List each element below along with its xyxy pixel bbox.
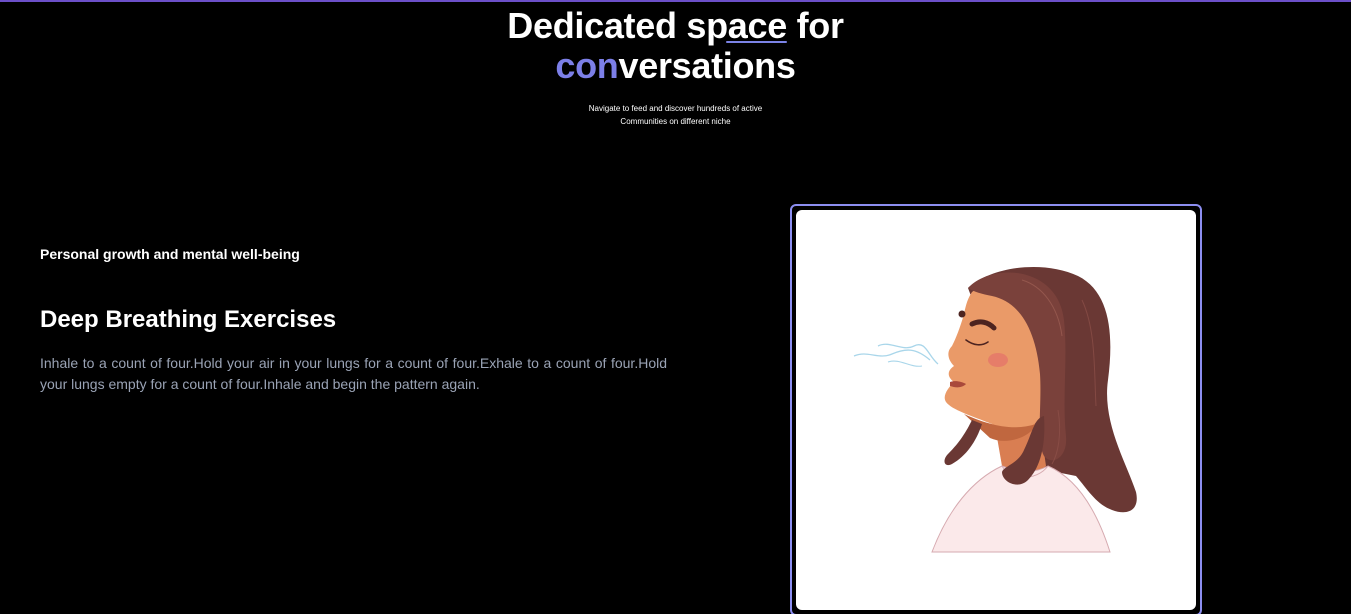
woman-breathing-illustration [853,266,1137,553]
hero-title-text-dedicated: Dedicated [507,5,687,46]
hero-title: Dedicated space for conversations [0,6,1351,86]
illustration-card [796,210,1196,610]
hero-subtitle-line-2: Communities on different niche [620,117,731,126]
hero-subtitle-line-1: Navigate to feed and discover hundreds o… [588,104,763,113]
feature-eyebrow: Personal growth and mental well-being [40,246,300,262]
hero-title-word-space: space [686,5,787,46]
hero-title-rest: versations [618,45,796,86]
feature-description: Inhale to a count of four.Hold your air … [40,355,667,392]
hero-title-line-1: Dedicated space for [0,6,1351,46]
hero-subtitle: Navigate to feed and discover hundreds o… [546,102,806,128]
hero-title-text-for: for [786,5,844,46]
illustration-frame [790,204,1202,614]
hero-title-line-2: conversations [0,46,1351,86]
feature-title: Deep Breathing Exercises [40,306,337,333]
feature-text: Personal growth and mental well-being De… [40,245,667,395]
hero-section: Dedicated space for conversations Naviga… [0,6,1351,128]
hero-title-accent: con [555,45,619,86]
page: Dedicated space for conversations Naviga… [0,0,1351,614]
